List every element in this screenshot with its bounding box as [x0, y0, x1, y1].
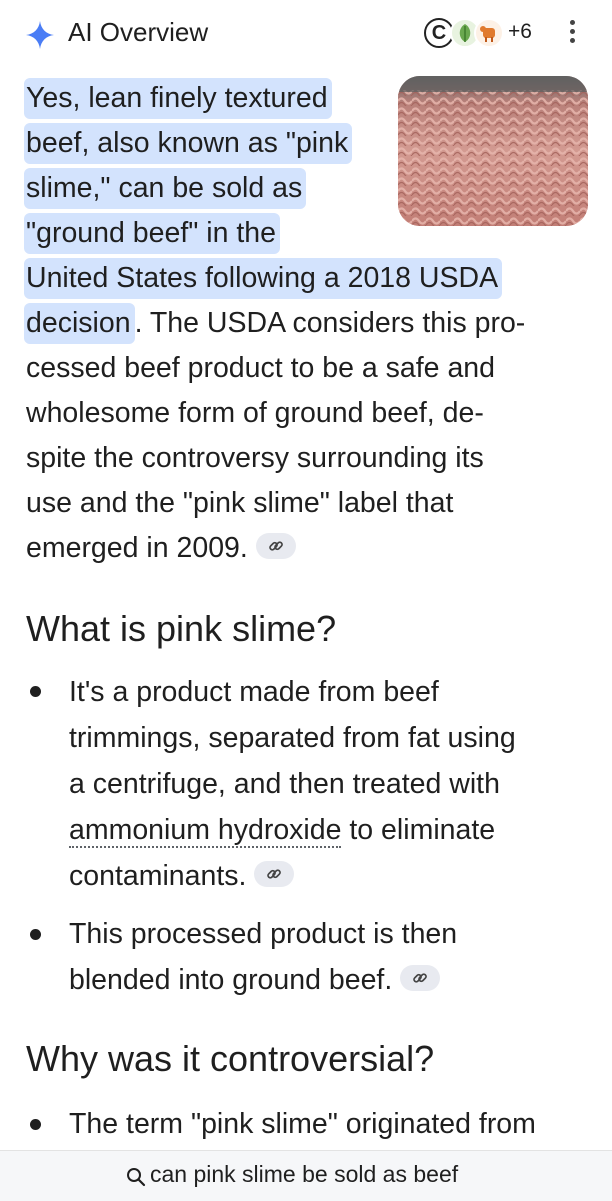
more-vert-icon[interactable]: [566, 20, 578, 48]
overview-line: use and the "pink slime" label that: [26, 487, 454, 519]
source-logos[interactable]: C: [420, 16, 506, 50]
overview-line: decision. The USDA considers this pro-: [24, 301, 525, 346]
section-heading-why-controversial: Why was it controversial?: [26, 1038, 435, 1079]
source-link-chip[interactable]: [255, 533, 296, 560]
ai-overview-title: AI Overview: [68, 17, 209, 47]
link-icon: [267, 869, 282, 880]
overview-line: beef, also known as "pink: [24, 121, 353, 166]
bullet-line: It's a product made from beef: [69, 676, 439, 708]
bullet-dot: [30, 1119, 41, 1130]
ai-sparkle-icon: [26, 21, 54, 49]
source-link-chip[interactable]: [400, 965, 441, 992]
overview-line: wholesome form of ground beef, de-: [26, 397, 484, 429]
link-icon: [269, 541, 283, 552]
bullet-line: ammonium hydroxide to eliminate: [69, 814, 496, 848]
search-query-bar[interactable]: can pink slime be sold as beef: [0, 1150, 612, 1201]
overview-line: spite the controversy surrounding its: [26, 442, 484, 474]
bullet-dot: [30, 929, 41, 940]
bullet-dot: [30, 686, 41, 697]
ground-beef-image[interactable]: [398, 76, 588, 226]
bullet-line: trimmings, separated from fat using: [69, 722, 516, 754]
overview-line: cessed beef product to be a safe and: [26, 352, 495, 384]
bullet-line: The term "pink slime" originated from: [69, 1108, 536, 1140]
link-icon: [413, 973, 428, 984]
overview-line: Yes, lean finely textured: [24, 76, 332, 121]
bullet-line: contaminants.: [69, 854, 295, 899]
bullet-line: a centrifuge, and then treated with: [69, 768, 500, 800]
more-sources-count[interactable]: +6: [508, 20, 532, 44]
definition-link-ammonium-hydroxide[interactable]: ammonium hydroxide: [69, 814, 342, 848]
source-link-chip[interactable]: [254, 861, 295, 888]
search-query-text[interactable]: can pink slime be sold as beef: [150, 1161, 458, 1188]
search-icon: [127, 1168, 146, 1187]
overview-line: United States following a 2018 USDA: [24, 256, 503, 301]
overview-line: "ground beef" in the: [24, 211, 281, 256]
ai-overview-header: AI Overview C +6: [0, 0, 612, 66]
overview-line: slime," can be sold as: [24, 166, 307, 211]
cow-logo-icon: [474, 18, 504, 48]
section-heading-what-is: What is pink slime?: [26, 608, 337, 649]
bullet-line: This processed product is then: [69, 918, 458, 950]
bullet-line: blended into ground beef.: [69, 958, 441, 1003]
overview-line: emerged in 2009.: [26, 526, 296, 571]
